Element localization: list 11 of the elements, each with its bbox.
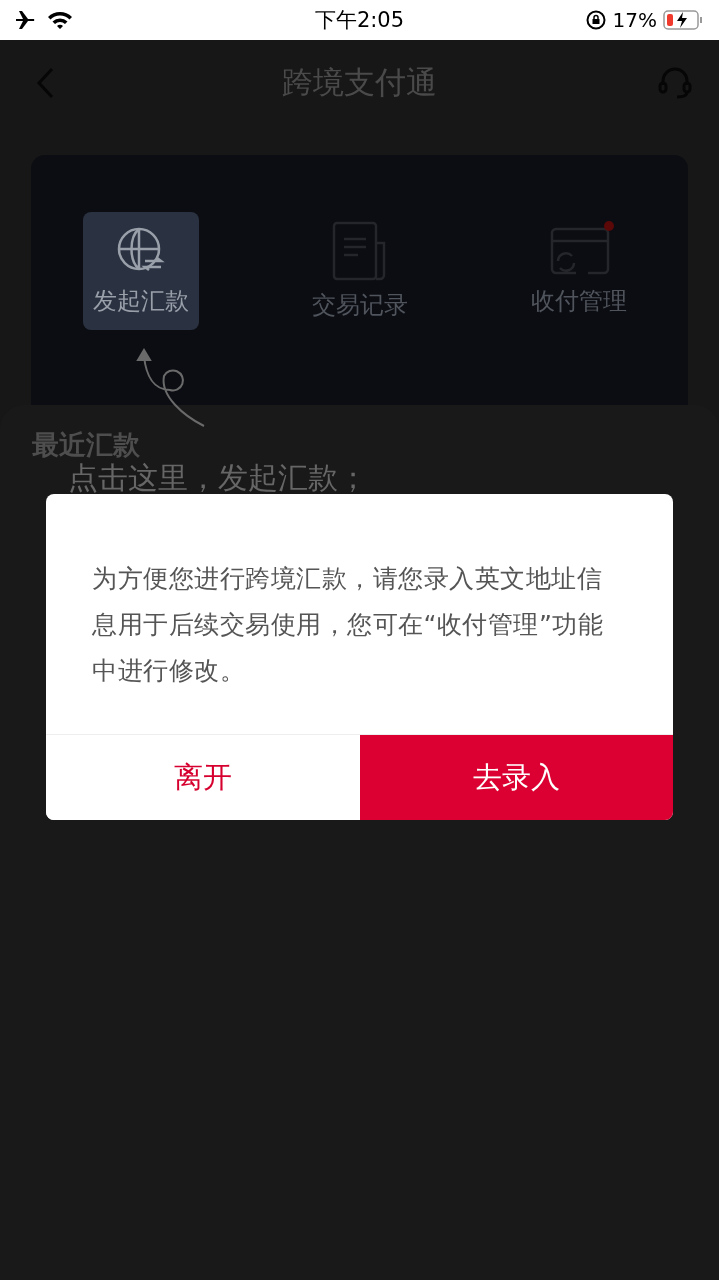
battery-charging-icon (663, 9, 703, 31)
status-time: 下午2:05 (314, 7, 405, 34)
feature-tile[interactable]: 发起汇款 (82, 212, 199, 330)
coach-mark-text: 点击这里，发起汇款； (68, 462, 368, 494)
confirm-button[interactable]: 去录入 (359, 735, 673, 820)
rotation-lock-icon (584, 9, 607, 31)
feature-tile[interactable]: 收付管理 (520, 212, 637, 330)
battery-percent: 17% (612, 8, 657, 32)
dialog-message: 为方便您进行跨境汇款，请您录入英文地址信息用于后续交易使用，您可在“收付管理”功能中进行修改。 (91, 563, 605, 687)
feature-tile[interactable]: 交易记录 (301, 212, 418, 330)
wifi-icon (46, 10, 74, 30)
